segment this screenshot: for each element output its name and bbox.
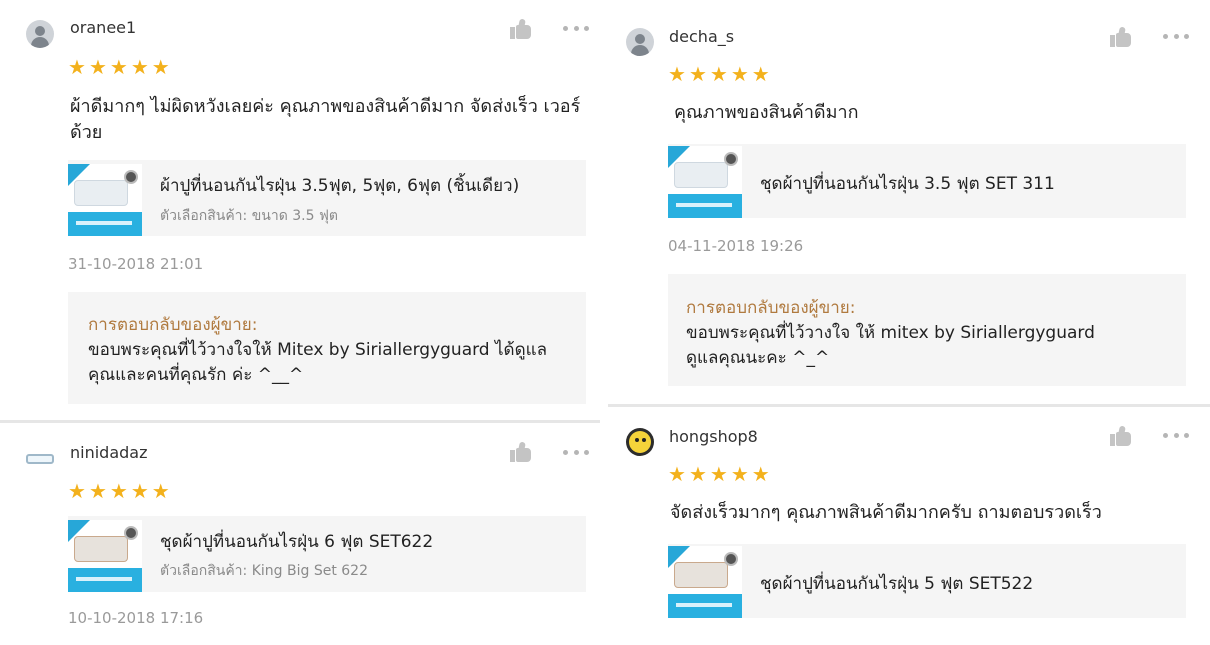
seller-reply: การตอบกลับของผู้ขาย: ขอบพระคุณที่ไว้วางใ… [668, 274, 1186, 386]
review-card: ninidadaz ★ ★ ★ ★ ★ ชุดผ้าปูที่นอนกันไรฝ… [0, 424, 600, 645]
rating-stars: ★ ★ ★ ★ ★ [68, 57, 170, 77]
seller-reply-label: การตอบกลับของผู้ขาย: [88, 315, 258, 335]
product-thumbnail [668, 546, 742, 618]
star-icon: ★ [88, 55, 107, 79]
reviewer-username[interactable]: oranee1 [70, 18, 136, 37]
product-card[interactable]: ชุดผ้าปูที่นอนกันไรฝุ่น 5 ฟุต SET522 [668, 544, 1186, 618]
like-thumb-icon[interactable] [510, 441, 532, 462]
reviewer-username[interactable]: ninidadaz [70, 443, 148, 462]
star-icon: ★ [151, 479, 170, 503]
product-thumbnail [68, 520, 142, 592]
rating-stars: ★ ★ ★ ★ ★ [668, 64, 770, 84]
product-card[interactable]: ชุดผ้าปูที่นอนกันไรฝุ่น 3.5 ฟุต SET 311 [668, 144, 1186, 218]
product-avatar-icon[interactable] [26, 444, 54, 472]
star-icon: ★ [151, 55, 170, 79]
star-icon: ★ [751, 62, 770, 86]
seller-reply-text: ขอบพระคุณที่ไว้วางใจ ให้ mitex by Sirial… [686, 323, 1095, 343]
product-thumbnail [668, 146, 742, 218]
right-column: decha_s ★ ★ ★ ★ ★ คุณภาพของสินค้าดีมาก ช… [608, 0, 1210, 645]
more-options-icon[interactable] [563, 450, 589, 456]
star-icon: ★ [730, 62, 749, 86]
seller-reply-text: ดูแลคุณนะคะ ^_^ [686, 348, 830, 368]
review-timestamp: 04-11-2018 19:26 [668, 237, 804, 255]
star-icon: ★ [730, 462, 749, 486]
user-avatar-icon[interactable] [626, 28, 654, 56]
product-title: ชุดผ้าปูที่นอนกันไรฝุ่น 6 ฟุต SET622 [160, 532, 434, 552]
star-icon: ★ [709, 62, 728, 86]
seller-reply-text: ขอบพระคุณที่ไว้วางใจให้ Mitex by Siriall… [88, 340, 547, 385]
product-title: ผ้าปูที่นอนกันไรฝุ่น 3.5ฟุต, 5ฟุต, 6ฟุต … [160, 176, 520, 196]
product-thumbnail [68, 164, 142, 236]
product-card[interactable]: ชุดผ้าปูที่นอนกันไรฝุ่น 6 ฟุต SET622 ตัว… [68, 516, 586, 592]
star-icon: ★ [130, 55, 149, 79]
review-timestamp: 31-10-2018 21:01 [68, 255, 204, 273]
star-icon: ★ [109, 479, 128, 503]
star-icon: ★ [109, 55, 128, 79]
seller-reply: การตอบกลับของผู้ขาย: ขอบพระคุณที่ไว้วางใ… [68, 292, 586, 404]
product-option: ตัวเลือกสินค้า: King Big Set 622 [160, 563, 368, 579]
star-icon: ★ [668, 462, 686, 486]
star-icon: ★ [688, 462, 707, 486]
like-thumb-icon[interactable] [1110, 26, 1132, 47]
review-card: decha_s ★ ★ ★ ★ ★ คุณภาพของสินค้าดีมาก ช… [608, 0, 1210, 402]
user-avatar-icon[interactable] [26, 20, 54, 48]
reviewer-username[interactable]: hongshop8 [669, 427, 758, 446]
left-column: oranee1 ★ ★ ★ ★ ★ ผ้าดีมากๆ ไม่ผิดหวังเล… [0, 0, 600, 645]
review-card: hongshop8 ★ ★ ★ ★ ★ จัดส่งเร็วมากๆ คุณภา… [608, 408, 1210, 645]
star-icon: ★ [68, 55, 86, 79]
rating-stars: ★ ★ ★ ★ ★ [68, 481, 170, 501]
product-option: ตัวเลือกสินค้า: ขนาด 3.5 ฟุต [160, 208, 338, 224]
product-card[interactable]: ผ้าปูที่นอนกันไรฝุ่น 3.5ฟุต, 5ฟุต, 6ฟุต … [68, 160, 586, 236]
rating-stars: ★ ★ ★ ★ ★ [668, 464, 770, 484]
star-icon: ★ [751, 462, 770, 486]
review-comment: คุณภาพของสินค้าดีมาก [674, 102, 859, 123]
review-card: oranee1 ★ ★ ★ ★ ★ ผ้าดีมากๆ ไม่ผิดหวังเล… [0, 0, 600, 418]
reviewer-username[interactable]: decha_s [669, 27, 734, 46]
star-icon: ★ [88, 479, 107, 503]
more-options-icon[interactable] [1163, 433, 1189, 439]
more-options-icon[interactable] [1163, 34, 1189, 40]
star-icon: ★ [130, 479, 149, 503]
star-icon: ★ [668, 62, 686, 86]
product-title: ชุดผ้าปูที่นอนกันไรฝุ่น 5 ฟุต SET522 [760, 574, 1034, 594]
star-icon: ★ [68, 479, 86, 503]
cartoon-avatar-icon[interactable] [626, 428, 654, 456]
review-comment: จัดส่งเร็วมากๆ คุณภาพสินค้าดีมากครับ ถาม… [670, 502, 1102, 523]
star-icon: ★ [709, 462, 728, 486]
seller-reply-label: การตอบกลับของผู้ขาย: [686, 298, 856, 318]
more-options-icon[interactable] [563, 26, 589, 32]
like-thumb-icon[interactable] [510, 18, 532, 39]
like-thumb-icon[interactable] [1110, 425, 1132, 446]
product-title: ชุดผ้าปูที่นอนกันไรฝุ่น 3.5 ฟุต SET 311 [760, 174, 1055, 194]
review-divider [608, 404, 1210, 407]
star-icon: ★ [688, 62, 707, 86]
review-divider [0, 420, 600, 423]
review-timestamp: 10-10-2018 17:16 [68, 609, 204, 627]
review-comment: ผ้าดีมากๆ ไม่ผิดหวังเลยค่ะ คุณภาพของสินค… [70, 96, 581, 143]
